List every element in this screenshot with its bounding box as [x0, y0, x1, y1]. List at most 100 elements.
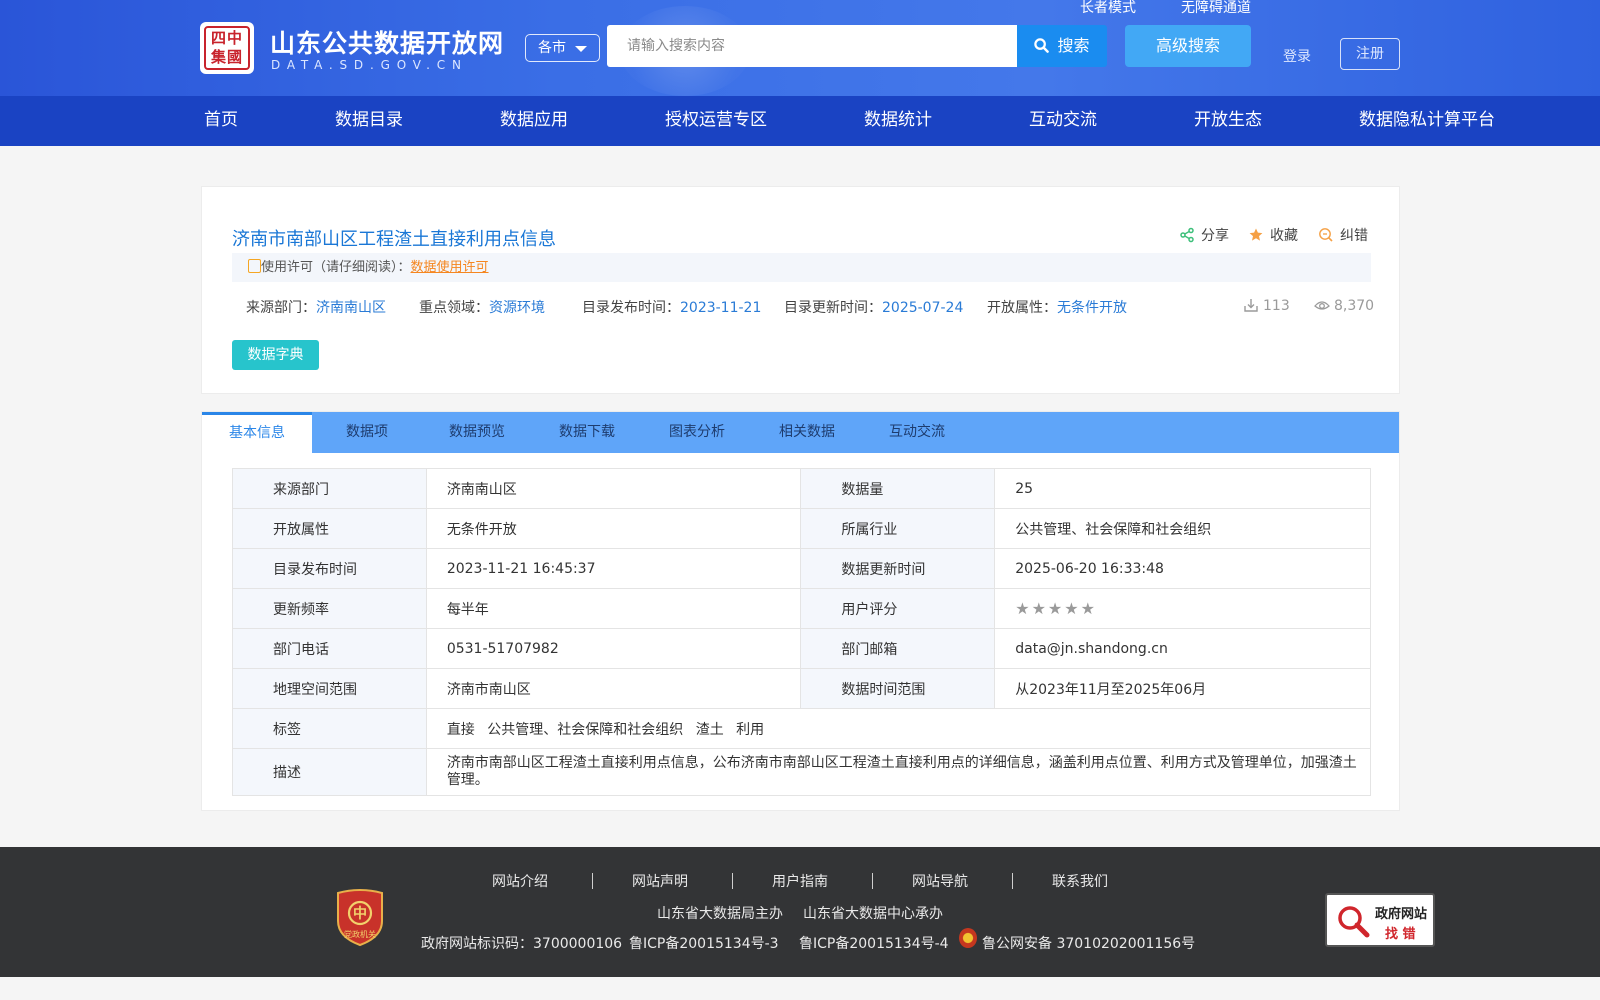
- star-icon[interactable]: ★: [1015, 599, 1029, 618]
- user-rating[interactable]: ★ ★ ★ ★ ★: [994, 588, 1371, 629]
- table-value: 每半年: [425, 588, 802, 629]
- table-key: 数据时间范围: [800, 668, 996, 709]
- tab-chart-analysis[interactable]: 图表分析: [642, 412, 752, 453]
- table-value: 济南市南山区: [425, 668, 802, 709]
- report-error-button[interactable]: 纠错: [1318, 225, 1368, 245]
- search-button[interactable]: 搜索: [1017, 25, 1107, 67]
- police-badge-icon: [959, 928, 977, 948]
- tab-data-download[interactable]: 数据下载: [532, 412, 642, 453]
- search-input[interactable]: [607, 25, 1018, 67]
- table-key: 来源部门: [232, 468, 427, 509]
- footer-site-code: 政府网站标识码：3700000106: [421, 936, 623, 952]
- meta-open-label: 开放属性：: [987, 300, 1057, 316]
- dataset-summary-card: 济南市南部山区工程渣土直接利用点信息 分享 收藏 纠错 使用许可（请仔细阅读）：…: [201, 186, 1400, 394]
- share-button[interactable]: 分享: [1179, 225, 1229, 245]
- register-button[interactable]: 注册: [1340, 38, 1400, 70]
- footer-link-about[interactable]: 网站介绍: [492, 871, 548, 891]
- search-button-label: 搜索: [1057, 36, 1090, 55]
- footer-police-record[interactable]: 鲁公网安备 37010202001156号: [982, 933, 1195, 953]
- rating-stars[interactable]: ★ ★ ★ ★ ★: [1015, 599, 1097, 618]
- meta-update-label: 目录更新时间：: [784, 300, 882, 316]
- tag[interactable]: 渣土: [696, 722, 724, 738]
- tag[interactable]: 利用: [736, 722, 764, 738]
- license-notice: 使用许可（请仔细阅读）：数据使用许可: [232, 253, 1371, 282]
- table-key: 开放属性: [232, 508, 427, 549]
- login-link[interactable]: 登录: [1283, 46, 1311, 66]
- table-row: 开放属性 无条件开放 所属行业 公共管理、社会保障和社会组织: [232, 508, 1371, 549]
- party-government-badge-icon[interactable]: 中 党政机关: [334, 887, 386, 947]
- nav-item-statistics[interactable]: 数据统计: [864, 96, 932, 146]
- main-nav: 首页 数据目录 数据应用 授权运营专区 数据统计 互动交流 开放生态 数据隐私计…: [0, 96, 1600, 146]
- table-value: 2023-11-21 16:45:37: [425, 548, 802, 589]
- download-icon: [1244, 299, 1258, 312]
- nav-item-privacy-platform[interactable]: 数据隐私计算平台: [1359, 96, 1495, 146]
- site-logo-seal[interactable]: 四中 集國: [200, 22, 254, 74]
- footer-icp-4[interactable]: 鲁ICP备20015134号-4: [799, 933, 949, 953]
- table-value: 从2023年11月至2025年06月: [994, 668, 1371, 709]
- tag[interactable]: 直接: [447, 722, 475, 738]
- site-title[interactable]: 山东公共数据开放网: [270, 24, 504, 60]
- accessibility-link[interactable]: 无障碍通道: [1181, 0, 1251, 16]
- tab-data-items[interactable]: 数据项: [312, 412, 422, 453]
- footer-organizer: 山东省大数据中心承办: [803, 906, 943, 922]
- report-error-label: 纠错: [1340, 228, 1368, 244]
- star-icon[interactable]: ★: [1032, 599, 1046, 618]
- basic-info-table: 来源部门 济南南山区 数据量 25 开放属性 无条件开放 所属行业 公共管理、社…: [232, 468, 1372, 796]
- footer-link-guide[interactable]: 用户指南: [772, 871, 828, 891]
- table-key: 地理空间范围: [232, 668, 427, 709]
- footer-link-statement[interactable]: 网站声明: [632, 871, 688, 891]
- table-key: 所属行业: [800, 508, 996, 549]
- bookmark-icon: [248, 259, 261, 273]
- detail-tabs-panel: 基本信息 数据项 数据预览 数据下载 图表分析 相关数据 互动交流 来源部门 济…: [201, 411, 1400, 811]
- table-value: data@jn.shandong.cn: [994, 628, 1371, 669]
- table-value: 0531-51707982: [425, 628, 802, 669]
- table-key: 部门电话: [232, 628, 427, 669]
- meta-open-type: 开放属性：无条件开放: [987, 297, 1127, 317]
- tab-related-data[interactable]: 相关数据: [752, 412, 862, 453]
- nav-item-authorized-ops[interactable]: 授权运营专区: [665, 96, 767, 146]
- download-count-value: 113: [1263, 298, 1290, 314]
- table-value: 济南南山区: [425, 468, 802, 509]
- favorite-button[interactable]: 收藏: [1248, 225, 1298, 245]
- license-link[interactable]: 数据使用许可: [411, 260, 489, 275]
- table-key: 描述: [232, 748, 427, 796]
- star-icon: [1249, 228, 1263, 241]
- meta-publish-value: 2023-11-21: [680, 300, 762, 316]
- table-row: 目录发布时间 2023-11-21 16:45:37 数据更新时间 2025-0…: [232, 548, 1371, 589]
- nav-item-catalog[interactable]: 数据目录: [335, 96, 403, 146]
- footer-link-contact[interactable]: 联系我们: [1052, 871, 1108, 891]
- star-icon[interactable]: ★: [1081, 599, 1095, 618]
- gov-site-error-finder[interactable]: 政府网站 找 错: [1325, 893, 1435, 947]
- tag[interactable]: 公共管理、社会保障和社会组织: [487, 722, 683, 738]
- advanced-search-button[interactable]: 高级搜索: [1125, 25, 1251, 67]
- table-row: 标签 直接 公共管理、社会保障和社会组织 渣土 利用: [232, 708, 1372, 749]
- nav-item-interaction[interactable]: 互动交流: [1029, 96, 1097, 146]
- table-value: 无条件开放: [425, 508, 802, 549]
- nav-item-apps[interactable]: 数据应用: [500, 96, 568, 146]
- nav-item-home[interactable]: 首页: [204, 96, 238, 146]
- meta-source-value[interactable]: 济南南山区: [316, 300, 386, 316]
- favorite-label: 收藏: [1270, 228, 1298, 244]
- city-select[interactable]: 各市: [525, 34, 600, 62]
- site-domain: DATA.SD.GOV.CN: [271, 58, 468, 72]
- meta-publish-date: 目录发布时间：2023-11-21: [582, 297, 761, 317]
- footer-divider: [1012, 873, 1013, 889]
- meta-domain-value[interactable]: 资源环境: [489, 300, 545, 316]
- table-value: 25: [994, 468, 1371, 509]
- table-value: 公共管理、社会保障和社会组织: [994, 508, 1371, 549]
- table-row: 来源部门 济南南山区 数据量 25: [232, 468, 1371, 509]
- tags-cell: 直接 公共管理、社会保障和社会组织 渣土 利用: [425, 708, 1372, 749]
- tab-interaction[interactable]: 互动交流: [862, 412, 972, 453]
- elder-mode-link[interactable]: 长者模式: [1080, 0, 1136, 16]
- star-icon[interactable]: ★: [1048, 599, 1062, 618]
- tab-data-preview[interactable]: 数据预览: [422, 412, 532, 453]
- tab-basic-info[interactable]: 基本信息: [202, 412, 312, 453]
- meta-source: 来源部门：济南南山区: [246, 297, 386, 317]
- star-icon[interactable]: ★: [1064, 599, 1078, 618]
- data-dictionary-button[interactable]: 数据字典: [232, 340, 319, 370]
- footer-icp-3[interactable]: 鲁ICP备20015134号-3: [629, 933, 779, 953]
- site-footer: 中 党政机关 网站介绍 网站声明 用户指南 网站导航 联系我们 山东省大数据局主…: [0, 847, 1600, 977]
- view-count-value: 8,370: [1334, 298, 1375, 314]
- nav-item-ecosystem[interactable]: 开放生态: [1194, 96, 1262, 146]
- footer-link-sitemap[interactable]: 网站导航: [912, 871, 968, 891]
